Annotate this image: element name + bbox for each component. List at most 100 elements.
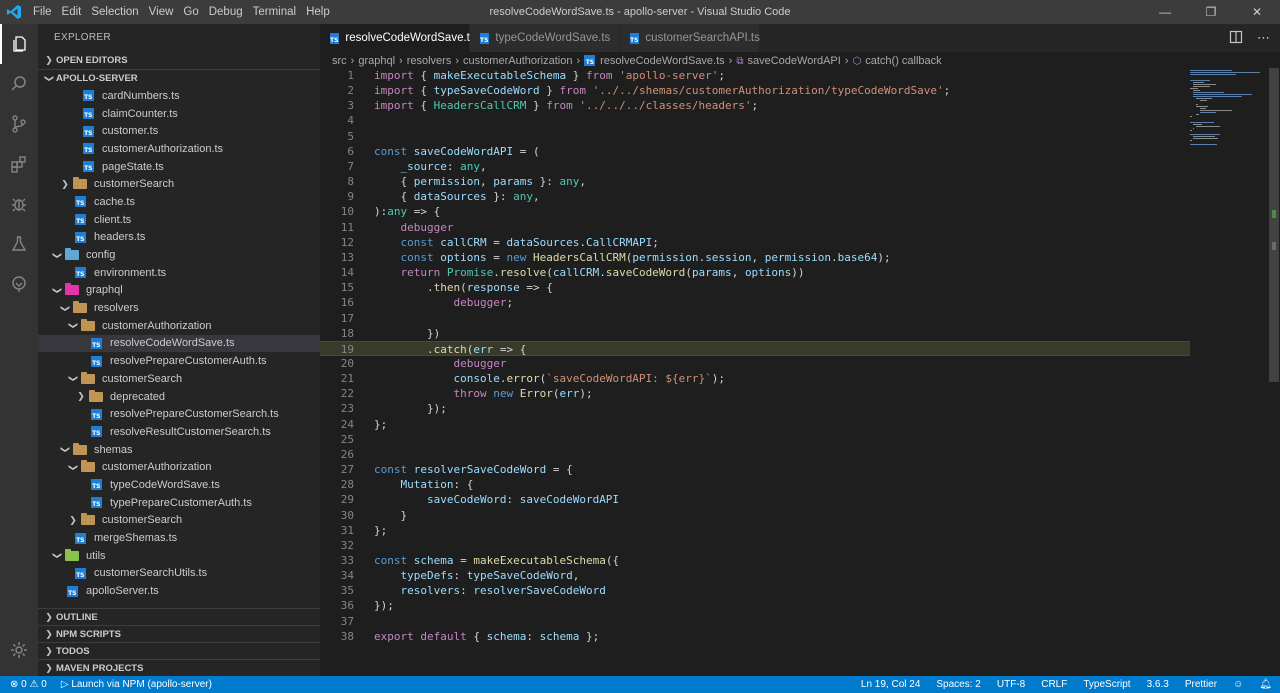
menu-item-terminal[interactable]: Terminal [248,0,301,24]
menu-item-go[interactable]: Go [178,0,203,24]
folder-item[interactable]: ❯ graphql [38,282,320,300]
scrollbar-thumb[interactable] [1269,68,1279,382]
ts-version[interactable]: 3.6.3 [1147,679,1169,690]
folder-item[interactable]: ❯ customerAuthorization [38,317,320,335]
tab-label: customerSearchAPI.ts [645,32,760,44]
smiley-feedback-icon[interactable]: ☺ [1233,679,1243,690]
folder-item[interactable]: ❯ config [38,246,320,264]
split-editor-icon[interactable] [1229,30,1243,47]
code-line: 7 _source: any, [320,159,1190,174]
section-npm-scripts[interactable]: ❯ NPM SCRIPTS [38,625,320,642]
line-text: debugger [400,220,454,234]
close-icon[interactable]: ✕ [1234,0,1280,24]
editor-tab[interactable]: TSresolveCodeWordSave.ts✕ [320,24,494,52]
file-item[interactable]: TS pageState.ts [38,158,320,176]
editor-tab[interactable]: TS typeCodeWordSave.ts [470,24,620,52]
breadcrumb-item[interactable]: ⬡ catch() callback [853,55,942,67]
file-item[interactable]: TS typeCodeWordSave.ts [38,476,320,494]
folder-item[interactable]: ❯ deprecated [38,388,320,406]
file-item[interactable]: TS apolloServer.ts [38,582,320,600]
search-icon[interactable] [0,64,38,104]
problems-indicator[interactable]: ⊗ 0 ⚠ 0 [10,679,47,690]
encoding[interactable]: UTF-8 [997,679,1025,690]
folder-item[interactable]: ❯ customerSearch [38,512,320,530]
folder-item[interactable]: ❯ customerAuthorization [38,458,320,476]
file-item[interactable]: TS mergeShemas.ts [38,529,320,547]
minimap[interactable] [1188,68,1268,676]
code-line: 37 [320,614,1190,629]
editor-tab[interactable]: TS customerSearchAPI.ts [620,24,760,52]
indentation[interactable]: Spaces: 2 [936,679,980,690]
breadcrumb-item[interactable]: graphql [358,55,395,67]
breadcrumb-item[interactable]: src [332,55,347,67]
minimize-icon[interactable]: — [1142,0,1188,24]
more-actions-icon[interactable]: ⋯ [1257,30,1270,46]
file-item[interactable]: TS headers.ts [38,229,320,247]
file-item[interactable]: TS resolvePrepareCustomerAuth.ts [38,352,320,370]
vertical-scrollbar[interactable] [1268,68,1280,676]
file-item[interactable]: TS typePrepareCustomerAuth.ts [38,494,320,512]
section-maven-projects[interactable]: ❯ MAVEN PROJECTS [38,659,320,676]
explorer-sidebar: EXPLORER ❯ OPEN EDITORS ❯ APOLLO-SERVER … [38,24,320,676]
line-number: 34 [340,569,354,583]
breadcrumb-item[interactable]: ⧉ saveCodeWordAPI [736,55,841,67]
file-item[interactable]: TS resolvePrepareCustomerSearch.ts [38,405,320,423]
tree-item-label: customerSearch [94,178,175,191]
file-item[interactable]: TS customerSearchUtils.ts [38,565,320,583]
language-mode[interactable]: TypeScript [1083,679,1130,690]
breadcrumb-item[interactable]: TS resolveCodeWordSave.ts [584,55,725,67]
debug-icon[interactable] [0,184,38,224]
folder-item[interactable]: ❯ customerSearch [38,370,320,388]
folder-item[interactable]: ❯ resolvers [38,299,320,317]
code-line: 29 saveCodeWord: saveCodeWordAPI [320,492,1190,507]
file-item[interactable]: TS claimCounter.ts [38,105,320,123]
line-text: }) [374,326,441,340]
maximize-icon[interactable]: ❐ [1188,0,1234,24]
section-outline[interactable]: ❯ OUTLINE [38,608,320,625]
test-flask-icon[interactable] [0,224,38,264]
section-todos[interactable]: ❯ TODOS [38,642,320,659]
tree-item-label: customer.ts [102,125,159,138]
cursor-position[interactable]: Ln 19, Col 24 [861,679,921,690]
menu-item-file[interactable]: File [28,0,57,24]
menu-item-edit[interactable]: Edit [57,0,87,24]
minimap-line [1196,104,1198,105]
file-item[interactable]: TS customerAuthorization.ts [38,140,320,158]
folder-item[interactable]: ❯ customerSearch [38,175,320,193]
file-item[interactable]: TS resolveResultCustomerSearch.ts [38,423,320,441]
explorer-icon[interactable] [0,24,38,64]
line-number: 30 [340,508,354,522]
project-section[interactable]: ❯ APOLLO-SERVER [38,69,320,86]
chevron-right-icon: ❯ [69,514,77,525]
line-text: _source: any, [400,159,487,173]
extensions-icon[interactable] [0,144,38,184]
formatter[interactable]: Prettier [1185,679,1217,690]
source-control-icon[interactable] [0,104,38,144]
breadcrumb-item[interactable]: resolvers [407,55,452,67]
launch-config[interactable]: ▷ Launch via NPM (apollo-server) [61,679,212,690]
bell-icon[interactable]: 🔔︎ [1259,679,1272,690]
file-item[interactable]: TS customer.ts [38,122,320,140]
folder-item[interactable]: ❯ utils [38,547,320,565]
file-item[interactable]: TS client.ts [38,211,320,229]
open-editors-section[interactable]: ❯ OPEN EDITORS [38,52,320,69]
remote-icon[interactable] [0,264,38,304]
menu-item-debug[interactable]: Debug [204,0,248,24]
end-of-line[interactable]: CRLF [1041,679,1067,690]
menu-item-view[interactable]: View [144,0,179,24]
gear-icon[interactable] [0,630,38,670]
folder-icon [88,389,104,404]
code-editor[interactable]: 1 import { makeExecutableSchema } from 'a… [320,68,1190,676]
file-item[interactable]: TS environment.ts [38,264,320,282]
menu-item-help[interactable]: Help [301,0,335,24]
file-item[interactable]: TS cache.ts [38,193,320,211]
file-item[interactable]: TS resolveCodeWordSave.ts [38,334,320,353]
symbol-method-icon: ⬡ [852,56,862,67]
folder-item[interactable]: ❯ shemas [38,441,320,459]
minimap-line [1193,84,1216,85]
breadcrumb-item[interactable]: customerAuthorization [463,55,572,67]
chevron-down-icon: ❯ [68,375,79,383]
file-item[interactable]: TS cardNumbers.ts [38,87,320,105]
line-text: import { makeExecutableSchema } from 'ap… [374,69,726,82]
menu-item-selection[interactable]: Selection [86,0,143,24]
